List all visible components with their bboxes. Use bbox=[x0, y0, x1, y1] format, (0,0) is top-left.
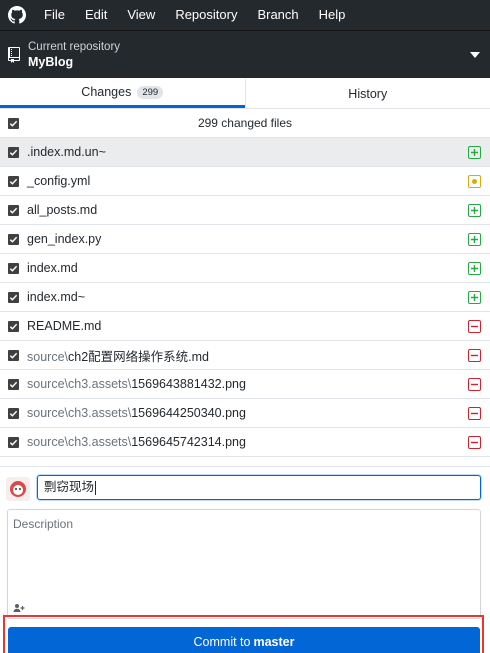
file-path: gen_index.py bbox=[27, 232, 102, 246]
repository-name: MyBlog bbox=[28, 54, 74, 69]
menu-help[interactable]: Help bbox=[309, 0, 356, 30]
tab-bar: Changes 299 History bbox=[0, 79, 490, 109]
file-added-icon bbox=[468, 262, 481, 275]
changed-files-header: 299 changed files bbox=[0, 109, 490, 138]
caret-down-icon[interactable] bbox=[470, 52, 480, 58]
file-added-icon bbox=[468, 204, 481, 217]
file-checkbox[interactable] bbox=[8, 205, 19, 216]
file-row[interactable]: README.md bbox=[0, 312, 490, 341]
file-row[interactable]: source\ch3.assets\1569643881432.png bbox=[0, 370, 490, 399]
file-checkbox[interactable] bbox=[8, 234, 19, 245]
repository-selector[interactable]: Current repository MyBlog bbox=[0, 30, 490, 78]
menu-bar: File Edit View Repository Branch Help bbox=[0, 0, 490, 30]
file-row[interactable]: source\ch3.assets\1569644250340.png bbox=[0, 399, 490, 428]
changes-count-badge: 299 bbox=[137, 85, 164, 99]
file-deleted-icon bbox=[468, 378, 481, 391]
file-path: README.md bbox=[27, 319, 102, 333]
commit-summary-input[interactable]: 剽窃现场 bbox=[37, 475, 481, 500]
add-coauthor-icon[interactable] bbox=[13, 603, 25, 613]
menu-file[interactable]: File bbox=[34, 0, 75, 30]
file-path: source\ch3.assets\1569645742314.png bbox=[27, 435, 246, 449]
file-added-icon bbox=[468, 291, 481, 304]
file-checkbox[interactable] bbox=[8, 147, 19, 158]
file-row[interactable]: index.md bbox=[0, 254, 490, 283]
file-path: source\ch3.assets\1569643881432.png bbox=[27, 377, 246, 391]
file-added-icon bbox=[468, 233, 481, 246]
file-path: _config.yml bbox=[27, 174, 91, 188]
tab-changes-label: Changes bbox=[81, 85, 132, 99]
file-checkbox[interactable] bbox=[8, 437, 19, 448]
changed-files-list: .index.md.un~ _config.yml all_posts.md g… bbox=[0, 138, 490, 457]
file-row[interactable]: _config.yml bbox=[0, 167, 490, 196]
file-row[interactable]: index.md~ bbox=[0, 283, 490, 312]
file-added-icon bbox=[468, 146, 481, 159]
tab-changes[interactable]: Changes 299 bbox=[0, 79, 245, 108]
tab-history-label: History bbox=[348, 86, 388, 101]
menu-repository[interactable]: Repository bbox=[165, 0, 247, 30]
tab-history[interactable]: History bbox=[244, 79, 490, 108]
file-checkbox[interactable] bbox=[8, 408, 19, 419]
file-deleted-icon bbox=[468, 349, 481, 362]
file-path: index.md~ bbox=[27, 290, 86, 304]
commit-description-field[interactable]: Description bbox=[7, 509, 481, 619]
file-deleted-icon bbox=[468, 436, 481, 449]
menu-branch[interactable]: Branch bbox=[247, 0, 308, 30]
select-all-checkbox[interactable] bbox=[8, 118, 19, 129]
file-row[interactable]: source\ch3.assets\1569645742314.png bbox=[0, 428, 490, 457]
menu-edit[interactable]: Edit bbox=[75, 0, 117, 30]
commit-summary-value: 剽窃现场 bbox=[44, 480, 95, 494]
description-placeholder: Description bbox=[13, 517, 74, 531]
file-row[interactable]: source\ch2配置网络操作系统.md bbox=[0, 341, 490, 370]
github-octocat-icon bbox=[0, 0, 34, 30]
file-checkbox[interactable] bbox=[8, 321, 19, 332]
file-path: .index.md.un~ bbox=[27, 145, 106, 159]
file-path: source\ch2配置网络操作系统.md bbox=[27, 349, 209, 364]
commit-button[interactable]: Commit to master bbox=[8, 627, 480, 653]
file-checkbox[interactable] bbox=[8, 350, 19, 361]
file-path: index.md bbox=[27, 261, 78, 275]
file-checkbox[interactable] bbox=[8, 263, 19, 274]
commit-button-prefix: Commit to bbox=[193, 635, 251, 649]
file-path: all_posts.md bbox=[27, 203, 98, 217]
commit-panel: 剽窃现场 Description Commit to master bbox=[0, 466, 490, 653]
file-checkbox[interactable] bbox=[8, 379, 19, 390]
repo-icon bbox=[0, 46, 28, 63]
file-deleted-icon bbox=[468, 320, 481, 333]
menu-view[interactable]: View bbox=[117, 0, 165, 30]
commit-branch-name: master bbox=[253, 635, 295, 649]
changed-files-count: 299 changed files bbox=[197, 116, 293, 130]
file-row[interactable]: gen_index.py bbox=[0, 225, 490, 254]
file-checkbox[interactable] bbox=[8, 176, 19, 187]
file-row[interactable]: .index.md.un~ bbox=[0, 138, 490, 167]
file-deleted-icon bbox=[468, 407, 481, 420]
file-checkbox[interactable] bbox=[8, 292, 19, 303]
avatar bbox=[6, 477, 30, 501]
file-path: source\ch3.assets\1569644250340.png bbox=[27, 406, 246, 420]
file-modified-icon bbox=[468, 175, 481, 188]
repository-label: Current repository bbox=[28, 40, 121, 53]
file-row[interactable]: all_posts.md bbox=[0, 196, 490, 225]
